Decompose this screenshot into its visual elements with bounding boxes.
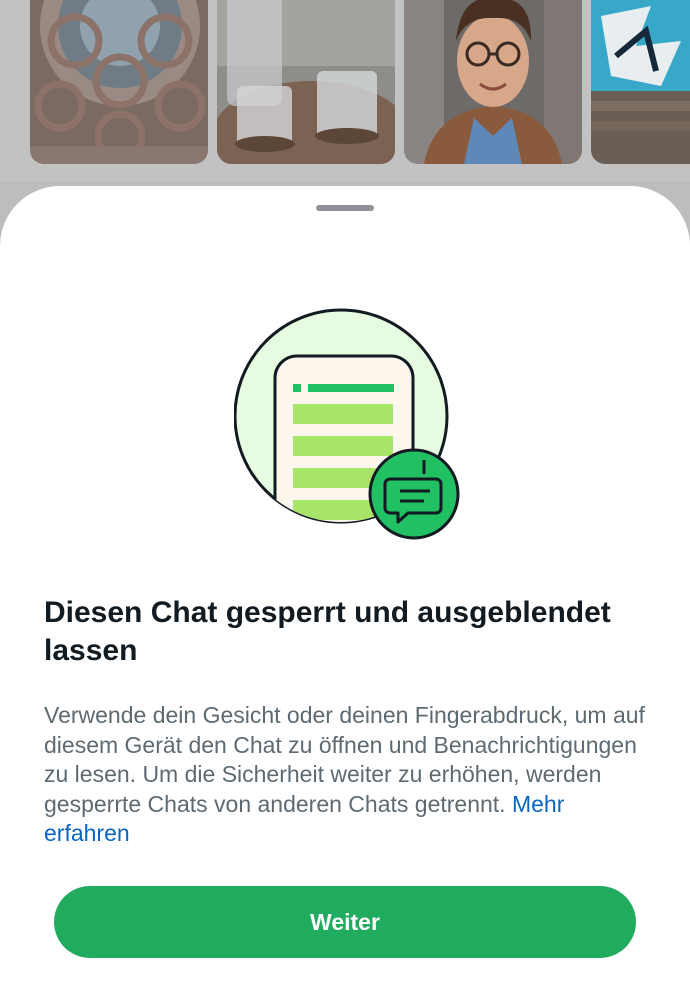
- screen: Diesen Chat gesperrt und ausgeblendet la…: [0, 0, 690, 984]
- gallery-thumbnail-portrait[interactable]: [404, 0, 582, 164]
- drag-handle[interactable]: [316, 205, 374, 211]
- lock-chat-bottom-sheet: Diesen Chat gesperrt und ausgeblendet la…: [0, 186, 690, 984]
- locked-chat-illustration: [233, 308, 464, 540]
- gallery-thumbnail-rose-window[interactable]: [30, 0, 208, 164]
- sheet-description: Verwende dein Gesicht oder deinen Finger…: [44, 701, 654, 849]
- continue-button[interactable]: Weiter: [54, 886, 636, 958]
- gallery-thumbnail-graffiti[interactable]: [591, 0, 690, 164]
- gallery-thumbnail-glasses[interactable]: [217, 0, 395, 164]
- sheet-title: Diesen Chat gesperrt und ausgeblendet la…: [44, 596, 611, 667]
- media-gallery-strip: [0, 0, 690, 182]
